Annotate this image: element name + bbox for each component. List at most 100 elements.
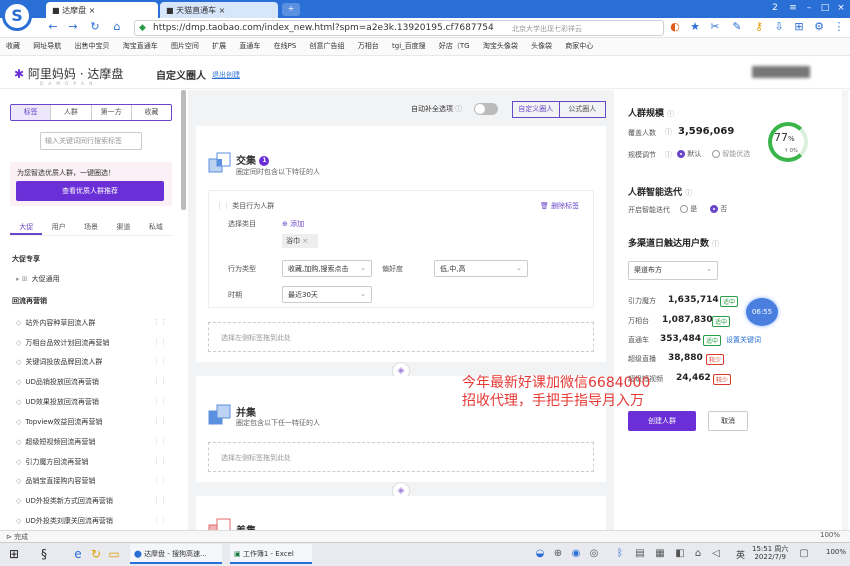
bookmark-item[interactable]: 扩展: [212, 42, 226, 50]
sidebar-scrollbar[interactable]: [181, 90, 186, 210]
forward-icon[interactable]: →: [66, 20, 80, 34]
tray-icon[interactable]: ◎: [586, 546, 602, 562]
segment-first-party[interactable]: 第一方: [92, 105, 132, 120]
menu-icon[interactable]: ≡: [786, 2, 800, 15]
tab-scene[interactable]: 场景: [75, 220, 107, 235]
tab-zhitongche[interactable]: ■ 天猫直通车 ×: [160, 2, 278, 18]
bookmark-item[interactable]: 直通车: [239, 42, 260, 50]
volume-icon[interactable]: ◁: [708, 546, 724, 562]
list-item[interactable]: ◇ UD效果投放回流再营销 ⋮⋮: [16, 397, 171, 409]
help-icon[interactable]: ⓘ: [712, 240, 719, 248]
create-crowd-button[interactable]: 创建人群: [628, 411, 696, 431]
sidebar-group-item[interactable]: ▸ ⊞ 大促通用: [16, 274, 171, 286]
help-icon[interactable]: ⓘ: [665, 127, 672, 137]
segment-tags[interactable]: 标签: [11, 105, 52, 120]
bookmark-item[interactable]: 收藏: [6, 42, 20, 50]
drag-handle-icon[interactable]: ⋮⋮: [153, 318, 167, 326]
bookmark-item[interactable]: 出售中宝贝: [74, 42, 109, 50]
chip-close-icon[interactable]: ×: [302, 237, 308, 245]
adjust-smart-radio[interactable]: 智能优选: [712, 149, 750, 159]
network-icon[interactable]: ⌂: [690, 546, 706, 562]
bookmark-item[interactable]: tgi_百度搜: [392, 42, 426, 50]
intersect-drop-zone[interactable]: 选择左侧标签拖到此处: [208, 322, 594, 352]
drag-handle-icon[interactable]: ⋮⋮: [153, 338, 167, 346]
add-category-button[interactable]: ⊕ 添加: [282, 219, 304, 229]
channel-select[interactable]: 渠道布方 ⌄: [628, 261, 718, 280]
help-icon[interactable]: ⓘ: [667, 110, 674, 118]
bookmark-item[interactable]: 淘宝头像袋: [483, 42, 518, 50]
list-item[interactable]: ◇ UD外投类新方式回流再营销 ⋮⋮: [16, 496, 171, 508]
drag-handle-icon[interactable]: ⋮⋮: [153, 357, 167, 365]
drag-handle-icon[interactable]: ⋮⋮: [153, 377, 167, 385]
sogou-browser-logo-icon[interactable]: S: [2, 1, 32, 31]
list-item[interactable]: ◇ 引力魔方回流再营销 ⋮⋮: [16, 457, 171, 469]
taskbar-app-excel[interactable]: ▣ 工作簿1 - Excel: [230, 544, 312, 564]
notification-icon[interactable]: ▢: [796, 546, 812, 562]
bookmark-item[interactable]: 创意广告组: [310, 42, 345, 50]
tray-icon[interactable]: ◉: [568, 546, 584, 562]
bookmark-item[interactable]: 好店（TG: [439, 42, 470, 50]
list-item[interactable]: ◇ UD品销投放回流再营销 ⋮⋮: [16, 377, 171, 389]
help-icon[interactable]: ⓘ: [665, 150, 672, 160]
bookmark-item[interactable]: 网址导航: [33, 42, 61, 50]
help-icon[interactable]: ⓘ: [685, 189, 692, 197]
category-chip[interactable]: 浴巾 ×: [282, 234, 318, 248]
tray-icon[interactable]: ▤: [632, 546, 648, 562]
tab-damopan[interactable]: ■ 达摩盘 ×: [46, 2, 158, 18]
drag-handle-icon[interactable]: ⋮⋮: [153, 437, 167, 445]
drag-handle-icon[interactable]: ⋮⋮: [153, 496, 167, 504]
plugin-icon[interactable]: ✎: [730, 20, 744, 34]
input-language[interactable]: 英: [736, 548, 745, 561]
behavior-type-select[interactable]: 收藏,加购,搜索点击 ⌄: [282, 260, 372, 277]
drag-handle-icon[interactable]: ⋮⋮: [216, 202, 232, 210]
sogou-small-icon[interactable]: ↻: [88, 546, 104, 562]
close-window-icon[interactable]: ×: [834, 2, 848, 15]
bookmark-item[interactable]: 淘宝直通车: [123, 42, 158, 50]
taskbar-zoom[interactable]: 100%: [826, 548, 846, 556]
bookmark-item[interactable]: 头像袋: [531, 42, 552, 50]
list-item[interactable]: ◇ 超级短视频回流再营销 ⋮⋮: [16, 437, 171, 449]
list-item[interactable]: ◇ UD外投类刘康关回流再营销 ⋮⋮: [16, 516, 171, 528]
extension-icon[interactable]: ◐: [668, 20, 682, 34]
bookmark-item[interactable]: 在线PS: [274, 42, 297, 50]
preference-select[interactable]: 低,中,高 ⌄: [434, 260, 528, 277]
panel-scrollbar[interactable]: [842, 90, 848, 530]
reload-icon[interactable]: ↻: [88, 20, 102, 34]
adjust-default-radio[interactable]: 默认: [677, 149, 701, 159]
bookmark-item[interactable]: 图片空间: [171, 42, 199, 50]
tray-icon[interactable]: ⊕: [550, 546, 566, 562]
set-keyword-link[interactable]: 设置关键词: [726, 335, 761, 345]
new-tab-button[interactable]: +: [282, 3, 300, 16]
cancel-button[interactable]: 取消: [708, 411, 748, 431]
clock[interactable]: 15:51 周六 2022/7/9: [752, 545, 788, 561]
more-icon[interactable]: ⋮: [832, 20, 846, 34]
drag-handle-icon[interactable]: ⋮⋮: [153, 516, 167, 524]
app-s-icon[interactable]: §: [36, 546, 52, 562]
back-icon[interactable]: ←: [46, 20, 60, 34]
union-drop-zone[interactable]: 选择左侧标签拖到此处: [208, 442, 594, 472]
segment-favorites[interactable]: 收藏: [132, 105, 171, 120]
delete-tag-button[interactable]: 🗑 删除标签: [540, 201, 579, 211]
bookmark-item[interactable]: 万相台: [358, 42, 379, 50]
maximize-icon[interactable]: □: [818, 2, 832, 15]
drag-handle-icon[interactable]: ⋮⋮: [153, 397, 167, 405]
tab-private[interactable]: 私域: [140, 220, 172, 235]
tab-custom-crowd[interactable]: 自定义圈人: [513, 102, 560, 117]
floating-timer[interactable]: 06:55: [746, 298, 778, 326]
folder-icon[interactable]: ▭: [106, 546, 122, 562]
workspace-scrollbar[interactable]: [608, 90, 614, 530]
bluetooth-icon[interactable]: ᛒ: [612, 546, 628, 562]
app-icon[interactable]: ⊞: [792, 20, 806, 34]
key-icon[interactable]: ⚷: [752, 20, 766, 34]
tab-promotion[interactable]: 大促: [10, 220, 43, 235]
list-item[interactable]: ◇ 万相台品效计划回流再营销 ⋮⋮: [16, 338, 171, 350]
list-item[interactable]: ◇ 站外内容种草回流人群 ⋮⋮: [16, 318, 171, 330]
status-zoom[interactable]: 100%: [820, 531, 840, 539]
download-icon[interactable]: ⇩: [772, 20, 786, 34]
list-item[interactable]: ◇ 品销宝直接购内容营销 ⋮⋮: [16, 476, 171, 488]
tray-icon[interactable]: ◧: [672, 546, 688, 562]
user-account-blurred[interactable]: [752, 66, 810, 78]
smart-no-radio[interactable]: 否: [710, 204, 727, 214]
tab-user[interactable]: 用户: [42, 220, 74, 235]
tab-formula-crowd[interactable]: 公式圈人: [560, 102, 606, 117]
